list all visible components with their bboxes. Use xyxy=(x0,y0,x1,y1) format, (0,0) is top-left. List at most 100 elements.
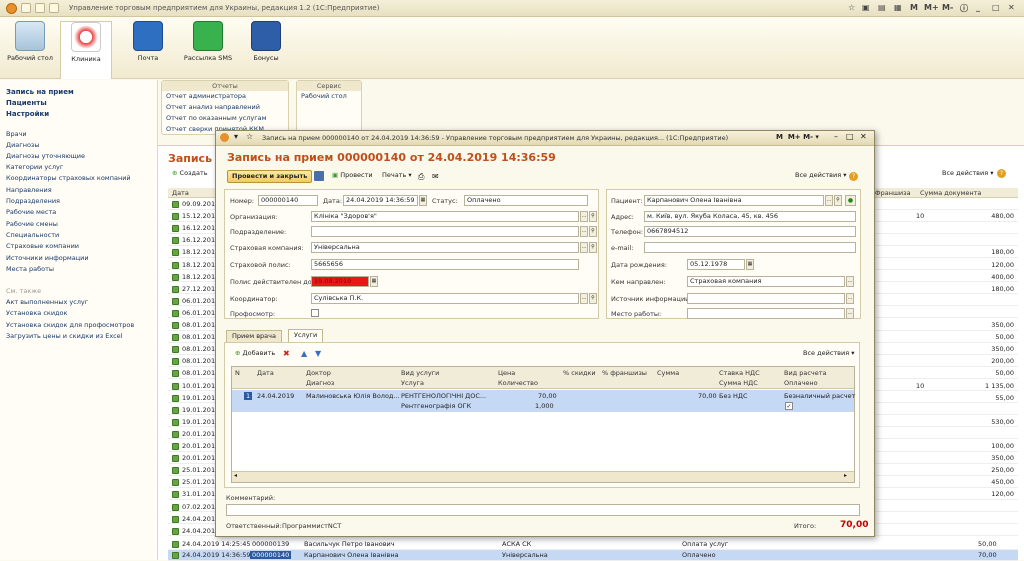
printer-icon[interactable]: ⎙ xyxy=(418,172,424,182)
mem-minus-button[interactable]: M- xyxy=(942,3,953,12)
nav-appointment[interactable]: Запись на прием xyxy=(6,88,74,96)
service-link[interactable]: Рабочий стол xyxy=(297,91,361,102)
org-select-button[interactable]: ... xyxy=(580,211,588,222)
row-paid-checkbox[interactable]: ✓ xyxy=(785,402,793,410)
dialog-close-button[interactable]: ✕ xyxy=(860,132,867,141)
coord-field[interactable]: Сулівська П.К. xyxy=(311,293,579,304)
sent-by-field[interactable]: Страховая компания xyxy=(687,276,845,287)
nav-link[interactable]: Подразделения xyxy=(6,197,60,205)
coord-open-button[interactable]: ⚲ xyxy=(589,293,597,304)
nav-link[interactable]: Врачи xyxy=(6,130,27,138)
nav-link[interactable]: Категории услуг xyxy=(6,163,63,171)
tab-services[interactable]: Услуги xyxy=(288,329,324,342)
window-icon[interactable]: ▣ xyxy=(862,3,870,12)
dialog-minimize-button[interactable]: – xyxy=(834,132,838,141)
address-field[interactable]: м. Київ, вул. Якуба Коласа, 45, кв. 456 xyxy=(644,211,856,222)
star-icon[interactable]: ☆ xyxy=(848,3,855,12)
org-open-button[interactable]: ⚲ xyxy=(589,211,597,222)
table-row[interactable]: 1 24.04.2019 Малиновська Юлія Волод... Р… xyxy=(232,390,855,412)
nav-link[interactable]: Диагнозы уточняющие xyxy=(6,152,85,160)
number-field[interactable]: 000000140 xyxy=(258,195,318,206)
scroll-left-icon[interactable]: ◂ xyxy=(234,472,237,479)
phone-field[interactable]: 0667894512 xyxy=(644,226,856,237)
dept-select-button[interactable]: ... xyxy=(580,226,588,237)
section-sms[interactable]: Рассылка SMS xyxy=(182,21,234,62)
nav-link[interactable]: Страховые компании xyxy=(6,242,79,250)
nav-link[interactable]: Рабочие смены xyxy=(6,220,58,228)
workplace-select-button[interactable]: ... xyxy=(846,308,854,319)
save-icon[interactable] xyxy=(314,171,324,181)
tab-doctor-visit[interactable]: Прием врача xyxy=(226,330,282,342)
create-button[interactable]: ⊕ Создать xyxy=(168,168,212,181)
nav-link[interactable]: Специальности xyxy=(6,231,59,239)
maximize-button[interactable]: □ xyxy=(992,3,1000,12)
nav-link[interactable]: Координаторы страховых компаний xyxy=(6,174,131,182)
list-all-actions[interactable]: Все действия ▾ xyxy=(938,168,997,181)
date-field[interactable]: 24.04.2019 14:36:59 xyxy=(343,195,418,206)
policy-valid-calendar-button[interactable]: ▦ xyxy=(370,276,378,287)
patient-open-button[interactable]: ⚲ xyxy=(834,195,842,206)
mem-plus-button[interactable]: M+ xyxy=(924,3,939,12)
dept-field[interactable] xyxy=(311,226,579,237)
info-icon[interactable]: ⓘ xyxy=(960,3,968,14)
nav-link[interactable]: Диагнозы xyxy=(6,141,40,149)
table-row-selected[interactable]: 24.04.2019 14:36:59 000000140 Карпанович… xyxy=(168,550,1018,561)
section-mail[interactable]: Почта xyxy=(122,21,174,62)
services-all-actions[interactable]: Все действия ▾ xyxy=(799,348,858,361)
source-select-button[interactable]: ... xyxy=(846,293,854,304)
ins-field[interactable]: Універсальна xyxy=(311,242,579,253)
workplace-field[interactable] xyxy=(687,308,845,319)
see-also-link[interactable]: Установка скидок xyxy=(6,309,67,317)
nav-link[interactable]: Рабочие места xyxy=(6,208,56,216)
report-link[interactable]: Отчет анализ направлений xyxy=(162,102,288,113)
nav-link[interactable]: Направления xyxy=(6,186,52,194)
delete-icon[interactable]: ✖ xyxy=(283,349,290,358)
patient-select-button[interactable]: ... xyxy=(825,195,833,206)
section-clinic[interactable]: Клиника xyxy=(60,21,112,79)
report-link[interactable]: Отчет администратора xyxy=(162,91,288,102)
policy-valid-field[interactable]: 19.08.2019 xyxy=(311,276,369,287)
birth-field[interactable]: 05.12.1978 xyxy=(687,259,745,270)
policy-field[interactable]: 5665656 xyxy=(311,259,579,270)
help-icon[interactable]: ? xyxy=(997,169,1006,178)
email-field[interactable] xyxy=(644,242,856,253)
forward-icon[interactable] xyxy=(35,3,45,13)
copy-icon[interactable]: ▤ xyxy=(878,3,886,12)
dialog-star-icon[interactable]: ☆ xyxy=(246,132,253,141)
source-field[interactable] xyxy=(687,293,845,304)
ins-open-button[interactable]: ⚲ xyxy=(589,242,597,253)
patient-field[interactable]: Карпанович Олена Іванівна xyxy=(644,195,824,206)
see-also-link[interactable]: Акт выполненных услуг xyxy=(6,298,88,306)
coord-select-button[interactable]: ... xyxy=(580,293,588,304)
nav-patients[interactable]: Пациенты xyxy=(6,99,47,107)
dept-open-button[interactable]: ⚲ xyxy=(589,226,597,237)
move-up-icon[interactable]: ▲ xyxy=(301,349,307,358)
mem-m-button[interactable]: M xyxy=(910,3,918,12)
print-button[interactable]: Печать ▾ xyxy=(378,170,416,183)
section-bonus[interactable]: Бонусы xyxy=(240,21,292,62)
report-link[interactable]: Отчет по оказанным услугам xyxy=(162,113,288,124)
prof-checkbox[interactable] xyxy=(311,309,319,317)
dialog-mem-buttons[interactable]: M M+ M- ▾ xyxy=(776,133,819,141)
nav-link[interactable]: Места работы xyxy=(6,265,54,273)
ins-select-button[interactable]: ... xyxy=(580,242,588,253)
nav-link[interactable]: Источники информации xyxy=(6,254,89,262)
add-row-button[interactable]: ⊕ Добавить xyxy=(231,348,279,361)
status-field[interactable]: Оплачено xyxy=(464,195,588,206)
nav-settings[interactable]: Настройки xyxy=(6,110,49,118)
home-icon[interactable] xyxy=(49,3,59,13)
see-also-link[interactable]: Установка скидок для профосмотров xyxy=(6,321,134,329)
patient-status-icon[interactable]: ● xyxy=(845,195,856,206)
org-field[interactable]: Клініка "Здоров'я" xyxy=(311,211,579,222)
back-icon[interactable] xyxy=(21,3,31,13)
dialog-all-actions[interactable]: Все действия ▾ xyxy=(791,170,850,183)
see-also-link[interactable]: Загрузить цены и скидки из Excel xyxy=(6,332,122,340)
dialog-maximize-button[interactable]: □ xyxy=(846,132,854,141)
minimize-button[interactable]: _ xyxy=(976,3,980,12)
post-button[interactable]: ▣ Провести xyxy=(328,170,377,183)
close-button[interactable]: ✕ xyxy=(1008,3,1015,12)
sent-by-select-button[interactable]: ... xyxy=(846,276,854,287)
scroll-right-icon[interactable]: ▸ xyxy=(844,472,847,479)
birth-calendar-button[interactable]: ▦ xyxy=(746,259,754,270)
move-down-icon[interactable]: ▼ xyxy=(315,349,321,358)
